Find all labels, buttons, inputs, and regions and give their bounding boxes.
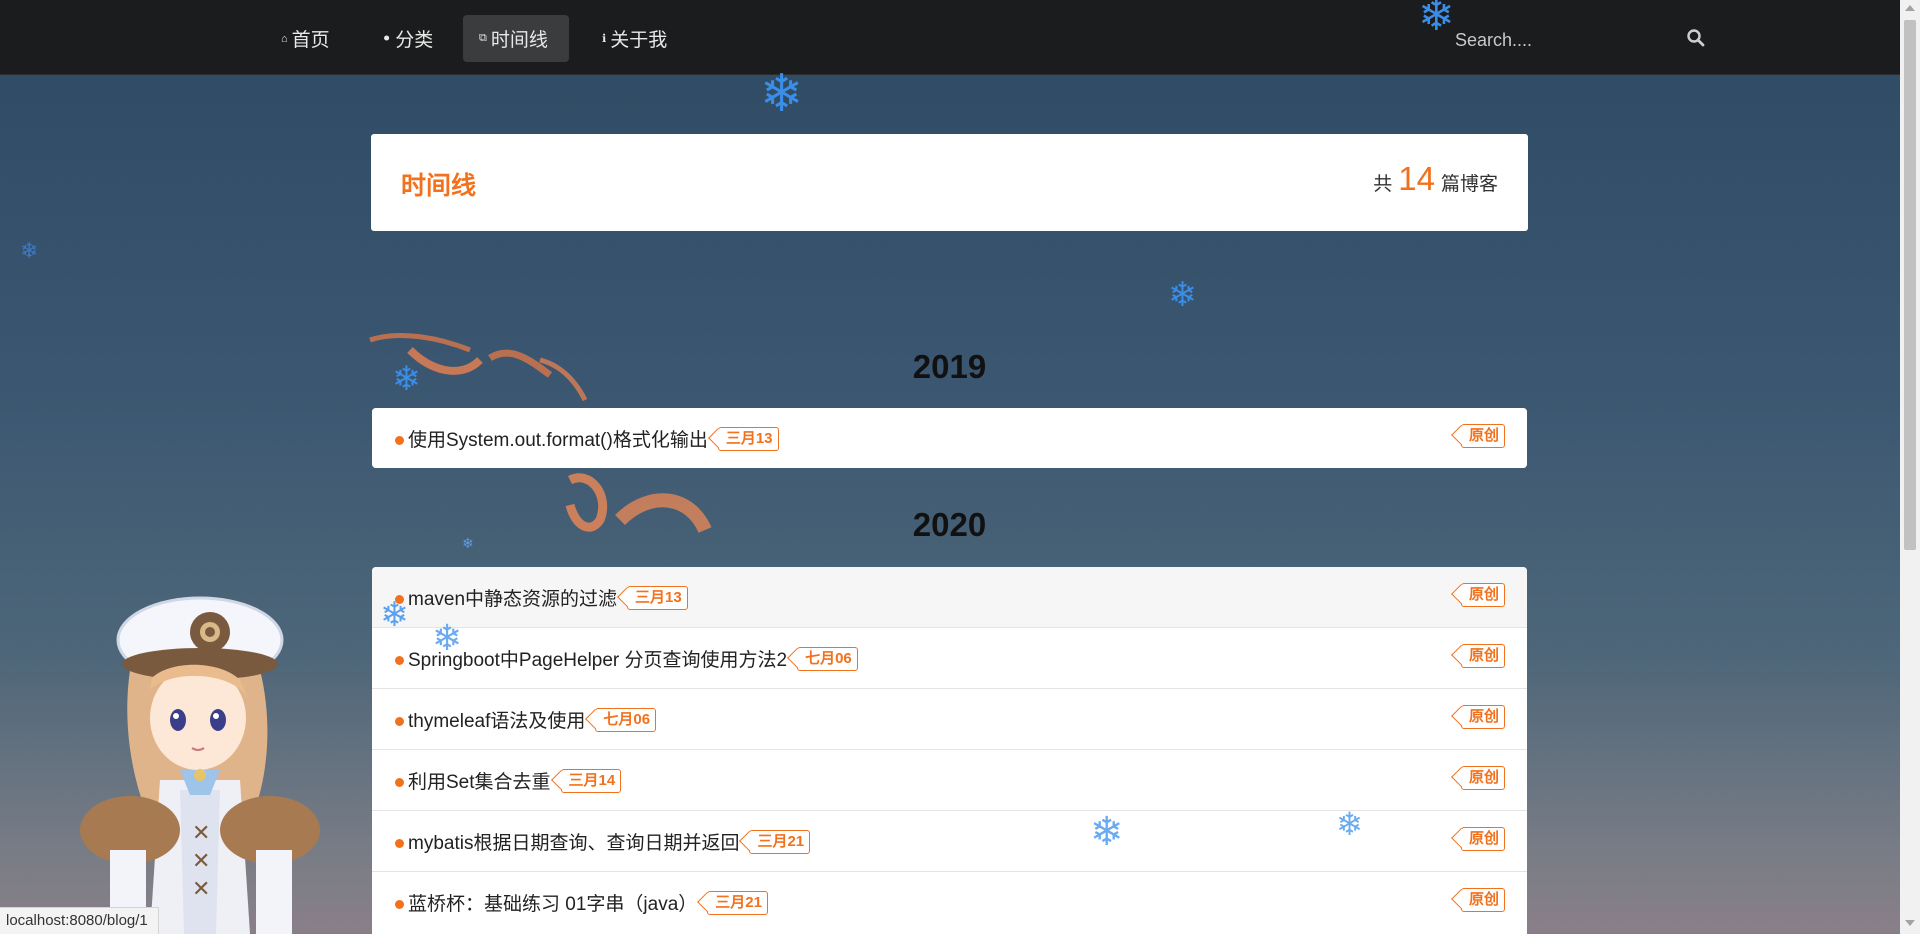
original-tag: 原创 (1460, 583, 1505, 607)
snowflake-icon: ❄ (1418, 0, 1455, 40)
post-title[interactable]: 蓝桥杯：基础练习 01字串（java） (408, 889, 697, 916)
date-tag: 三月21 (749, 829, 811, 854)
nav-timeline-label: 时间线 (490, 30, 548, 51)
post-title[interactable]: Springboot中PageHelper 分页查询使用方法2 (408, 645, 787, 672)
search-icon[interactable] (1686, 28, 1706, 48)
bullet-dot (395, 656, 404, 665)
vertical-scrollbar[interactable] (1900, 0, 1920, 934)
post-count: 共 14 篇博客 (1373, 160, 1498, 198)
year-2020-list: maven中静态资源的过滤 三月13 原创 Springboot中PageHel… (372, 567, 1527, 934)
idea-icon: ⚫ (382, 33, 392, 45)
scroll-down-arrow-icon[interactable] (1905, 920, 1915, 926)
svg-text:✕: ✕ (192, 849, 210, 874)
mascot-character-image[interactable]: ✕ ✕ ✕ (80, 580, 340, 934)
bullet-dot (395, 436, 404, 445)
date-tag: 七月06 (797, 646, 858, 671)
snowflake-icon: ❄ (432, 617, 463, 658)
original-tag: 原创 (1460, 766, 1505, 790)
snowflake-icon: ❄ (462, 535, 474, 551)
original-tag: 原创 (1460, 705, 1505, 729)
date-tag: 三月13 (717, 426, 779, 451)
date-tag: 七月06 (595, 707, 657, 732)
nav-category[interactable]: ⚫ 分类 (366, 15, 449, 62)
year-2019-list: 使用System.out.format()格式化输出 三月13 原创 (372, 408, 1527, 468)
list-item[interactable]: Springboot中PageHelper 分页查询使用方法2 七月06 原创 (372, 628, 1527, 689)
original-tag: 原创 (1460, 424, 1505, 448)
snowflake-icon: ❄ (1090, 810, 1124, 854)
original-tag: 原创 (1460, 827, 1505, 851)
list-item[interactable]: thymeleaf语法及使用 七月06 原创 (372, 689, 1527, 750)
top-navbar: ⌂ 首页 ⚫ 分类 ⧉ 时间线 ℹ 关于我 (0, 0, 1900, 75)
snowflake-icon: ❄ (760, 65, 804, 123)
svg-text:✕: ✕ (192, 821, 210, 846)
scroll-up-arrow-icon[interactable] (1905, 5, 1915, 11)
nav-timeline[interactable]: ⧉ 时间线 (463, 15, 569, 62)
count-suffix: 篇博客 (1440, 174, 1498, 195)
count-prefix: 共 (1373, 174, 1393, 195)
year-heading: 2019 (912, 348, 987, 385)
post-title[interactable]: mybatis根据日期查询、查询日期并返回 (408, 828, 739, 855)
post-title[interactable]: thymeleaf语法及使用 (408, 706, 585, 733)
bullet-dot (395, 717, 404, 726)
date-tag: 三月13 (627, 585, 688, 610)
scroll-thumb[interactable] (1904, 20, 1916, 550)
bullet-dot (395, 839, 404, 848)
post-title[interactable]: 使用System.out.format()格式化输出 (408, 425, 708, 452)
date-tag: 三月14 (560, 768, 622, 793)
count-number: 14 (1398, 160, 1435, 197)
year-heading: 2020 (912, 506, 987, 543)
original-tag: 原创 (1460, 644, 1505, 668)
list-item[interactable]: 使用System.out.format()格式化输出 三月13 原创 (372, 408, 1527, 468)
page-title: 时间线 (401, 172, 477, 200)
nav-about-label: 关于我 (610, 30, 668, 51)
original-tag: 原创 (1460, 888, 1505, 912)
snowflake-icon: ❄ (1168, 276, 1197, 314)
info-icon: ℹ (602, 33, 607, 45)
post-title[interactable]: 利用Set集合去重 (408, 767, 551, 794)
search-input[interactable] (1453, 25, 1687, 55)
snowflake-icon: ❄ (380, 596, 409, 634)
bullet-dot (395, 778, 404, 787)
date-tag: 三月21 (707, 890, 768, 915)
nav-home-label: 首页 (291, 30, 330, 51)
nav-home[interactable]: ⌂ 首页 (265, 15, 346, 62)
timeline-header-card: 时间线 共 14 篇博客 (371, 134, 1528, 231)
status-bar-url: localhost:8080/blog/1 (0, 907, 159, 934)
svg-text:✕: ✕ (192, 877, 210, 902)
home-icon: ⌂ (281, 32, 288, 45)
nav-about[interactable]: ℹ 关于我 (586, 15, 683, 62)
list-item[interactable]: 利用Set集合去重 三月14 原创 (372, 750, 1527, 811)
list-item[interactable]: 蓝桥杯：基础练习 01字串（java） 三月21 原创 (372, 872, 1527, 932)
list-item[interactable]: maven中静态资源的过滤 三月13 原创 (372, 567, 1527, 628)
snowflake-icon: ❄ (20, 238, 39, 263)
snowflake-icon: ❄ (392, 360, 421, 398)
nav-category-label: 分类 (395, 30, 434, 51)
post-title[interactable]: maven中静态资源的过滤 (408, 584, 617, 611)
clone-icon: ⧉ (479, 32, 487, 44)
bullet-dot (395, 900, 404, 909)
snowflake-icon: ❄ (1336, 806, 1363, 842)
